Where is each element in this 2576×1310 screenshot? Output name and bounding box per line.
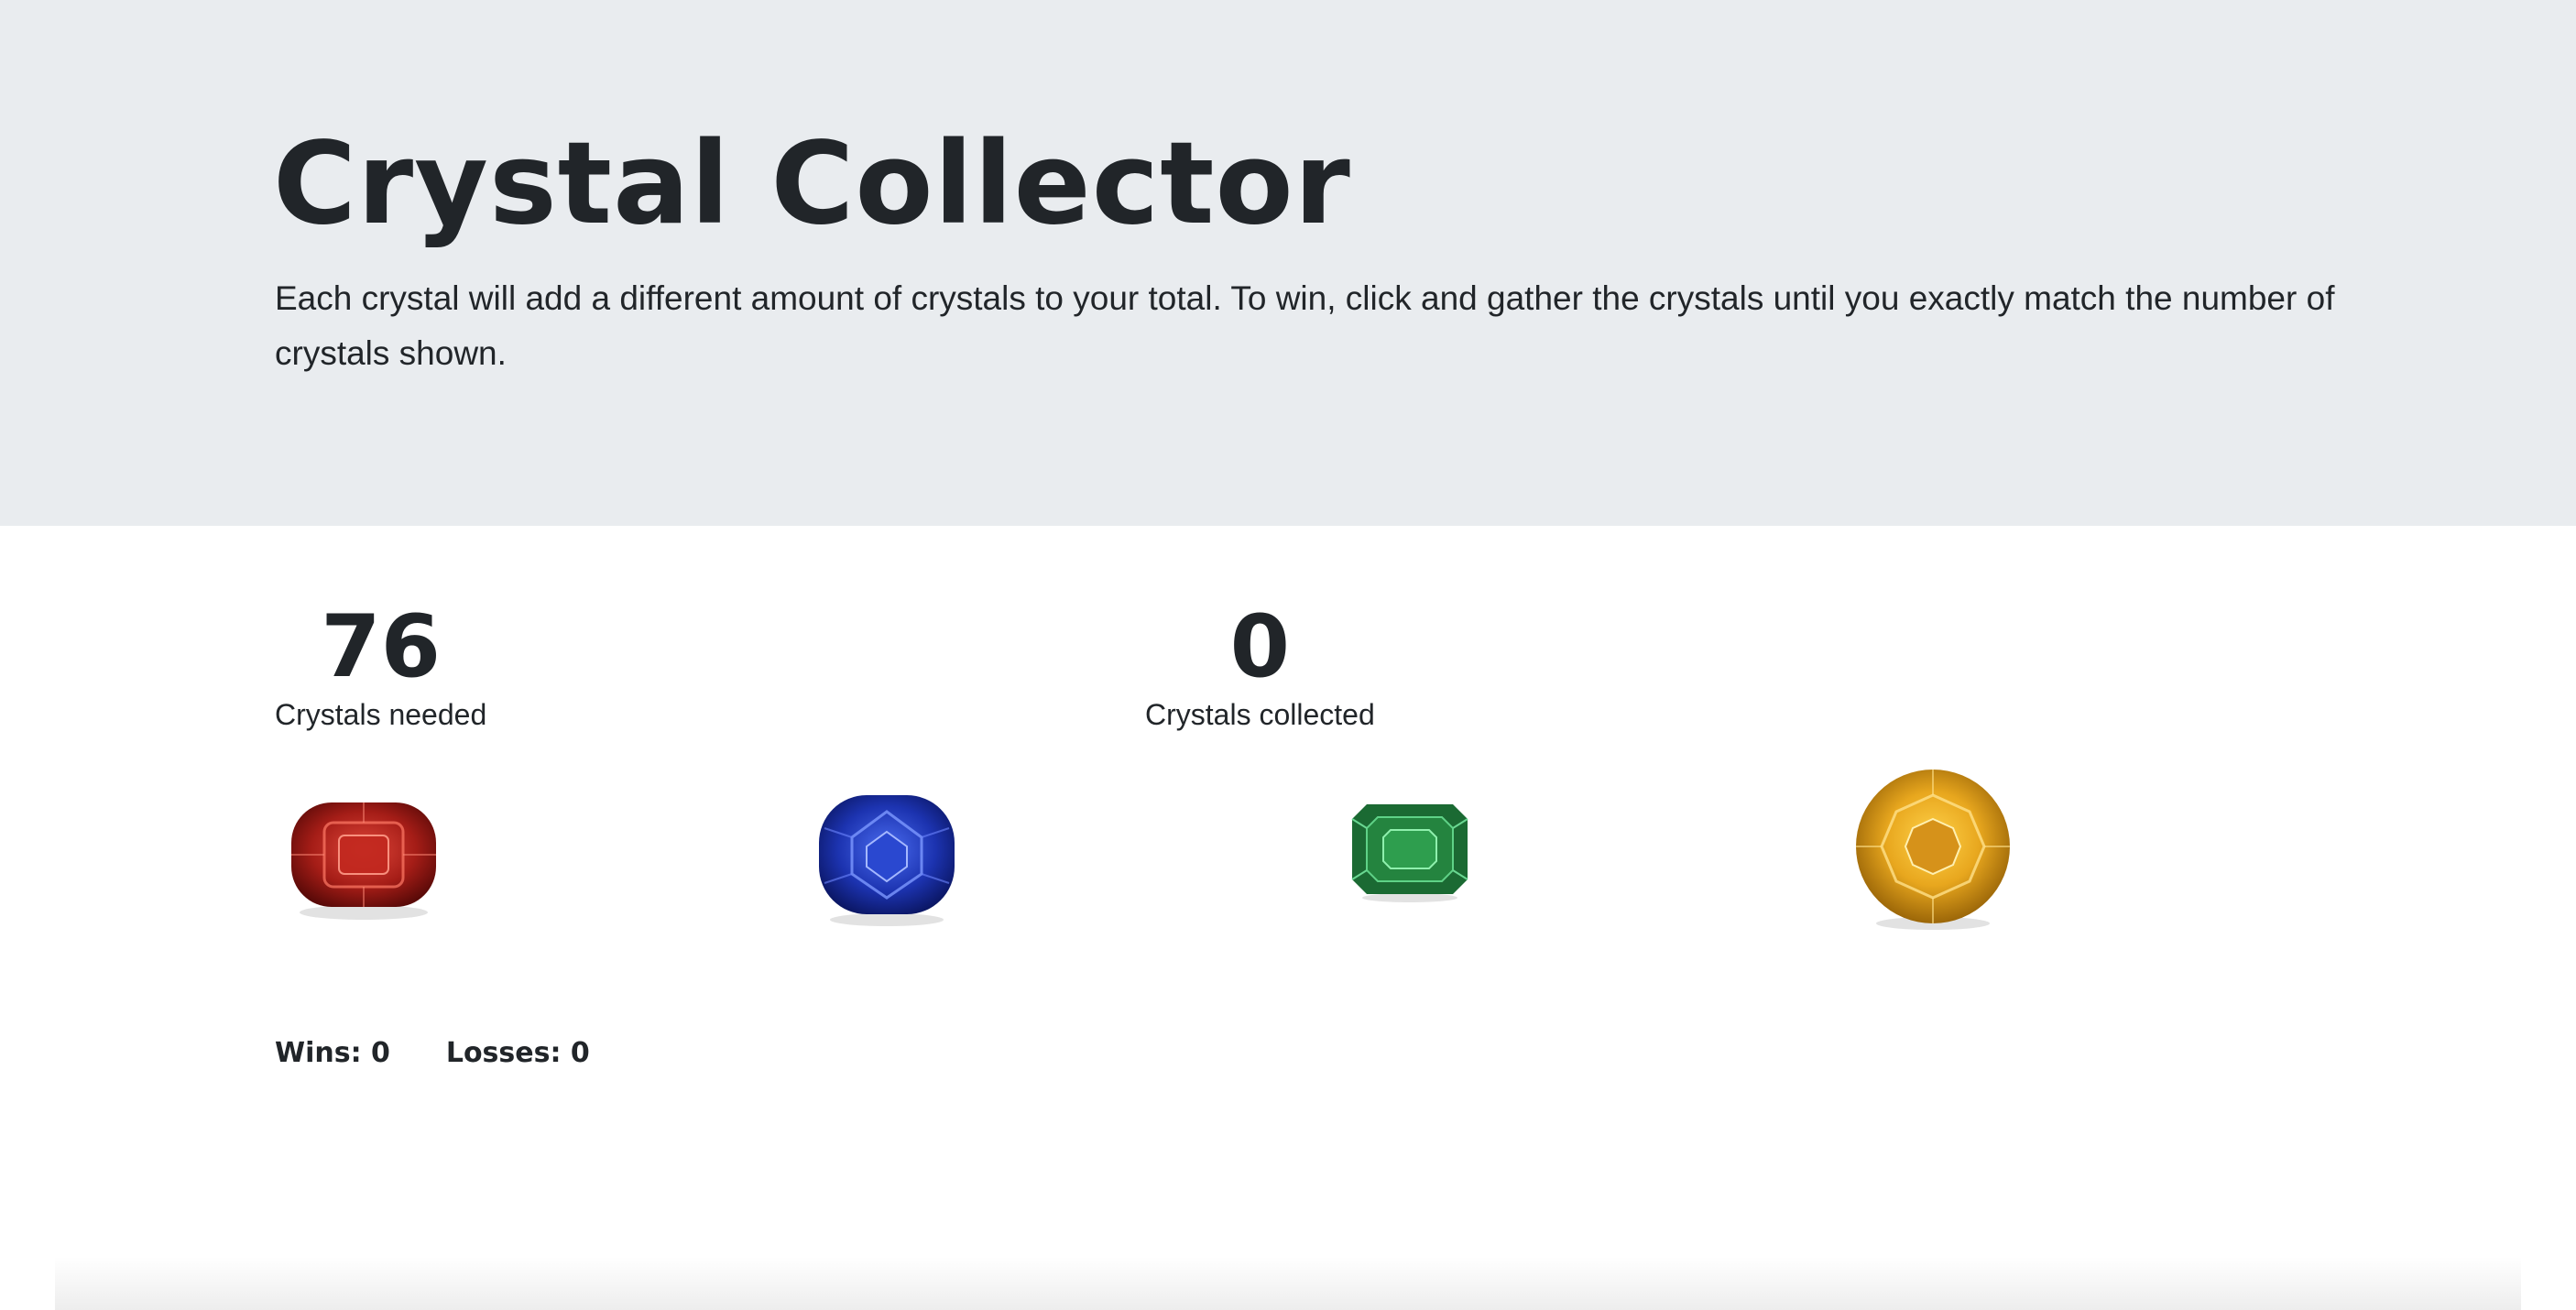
crystals-needed-counter: 76 Crystals needed — [275, 597, 486, 733]
page-title: Crystal Collector — [273, 118, 1351, 250]
wins-label: Wins: — [275, 1037, 362, 1069]
losses-label: Losses: — [445, 1037, 562, 1069]
blue-crystal-icon — [819, 795, 955, 926]
yellow-crystal-icon — [1856, 770, 2010, 930]
crystals-needed-value: 76 — [321, 597, 442, 697]
green-crystal-button[interactable] — [1350, 802, 1469, 903]
red-crystal-button[interactable] — [286, 795, 442, 923]
footer-shadow — [55, 1257, 2521, 1310]
losses-value: 0 — [570, 1037, 590, 1069]
instructions-text: Each crystal will add a different amount… — [275, 279, 2335, 372]
crystals-collected-counter: 0 Crystals collected — [1145, 597, 1375, 733]
red-crystal-icon — [291, 802, 436, 920]
crystals-collected-value: 0 — [1229, 597, 1291, 697]
crystals-collected-label: Crystals collected — [1145, 698, 1375, 731]
yellow-crystal-button[interactable] — [1852, 768, 2014, 933]
score-board: Wins: 0 Losses: 0 — [275, 1033, 590, 1074]
green-crystal-icon — [1351, 804, 1468, 902]
crystals-needed-label: Crystals needed — [275, 698, 487, 731]
jumbotron-header: Crystal Collector Each crystal will add … — [0, 0, 2576, 526]
blue-crystal-button[interactable] — [813, 791, 960, 929]
wins-value: 0 — [371, 1037, 390, 1069]
